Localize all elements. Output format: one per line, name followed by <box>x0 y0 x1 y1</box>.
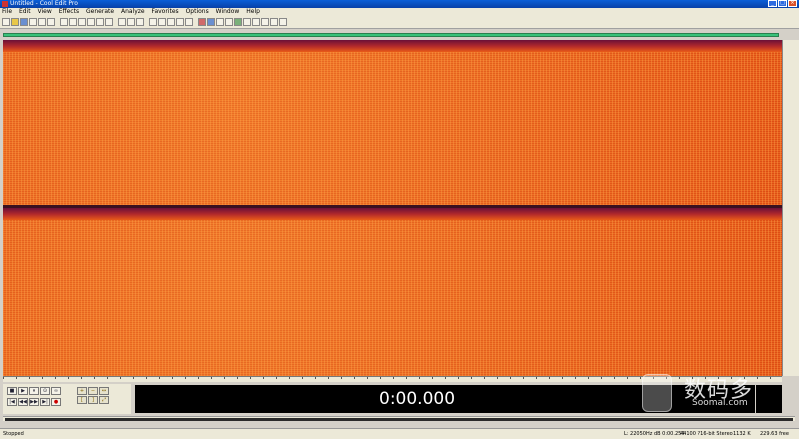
app-icon <box>2 1 8 7</box>
right-channel-spectrogram[interactable] <box>3 208 782 376</box>
info-icon[interactable] <box>252 18 260 26</box>
new-icon[interactable] <box>29 18 37 26</box>
menu-file[interactable]: File <box>2 8 12 15</box>
window-tile-icon[interactable] <box>270 18 278 26</box>
zoom-left-icon[interactable]: [ <box>77 396 87 404</box>
zoom-in-icon[interactable]: + <box>77 387 87 395</box>
trim-icon[interactable] <box>96 18 104 26</box>
silence-icon[interactable] <box>185 18 193 26</box>
settings-icon[interactable] <box>261 18 269 26</box>
undo-icon[interactable] <box>118 18 126 26</box>
menu-favorites[interactable]: Favorites <box>152 8 179 15</box>
left-channel-spectrogram[interactable] <box>3 40 782 205</box>
play-button[interactable]: ▶ <box>18 387 28 395</box>
waveform-view-icon[interactable] <box>198 18 206 26</box>
record-button[interactable]: ● <box>51 398 61 406</box>
zoom-selection-icon[interactable]: ⤢ <box>99 396 109 404</box>
scripts-icon[interactable] <box>225 18 233 26</box>
status-position: L: 22050Hz dB 0:00.254 <box>624 431 685 437</box>
close-file-icon[interactable] <box>38 18 46 26</box>
window-title: Untitled - Cool Edit Pro <box>10 0 78 7</box>
go-to-end-button[interactable]: ▶| <box>40 398 50 406</box>
redo-icon[interactable] <box>127 18 135 26</box>
frequency-analysis-icon[interactable] <box>216 18 224 26</box>
copy-icon[interactable] <box>69 18 77 26</box>
fast-forward-button[interactable]: ▶▶ <box>29 398 39 406</box>
toolbar <box>0 16 799 29</box>
close-button[interactable]: × <box>788 0 797 7</box>
menu-options[interactable]: Options <box>186 8 209 15</box>
zoom-out-icon[interactable]: − <box>88 387 98 395</box>
pause-button[interactable]: ⏸ <box>29 387 39 395</box>
waveform-overview-bar[interactable] <box>3 33 779 37</box>
menu-generate[interactable]: Generate <box>86 8 114 15</box>
rewind-button[interactable]: ◀◀ <box>18 398 28 406</box>
menu-bar: File Edit View Effects Generate Analyze … <box>0 8 799 16</box>
paste-icon[interactable] <box>78 18 86 26</box>
status-size: 1132 K <box>733 431 751 437</box>
cd-icon[interactable] <box>47 18 55 26</box>
help-icon[interactable] <box>279 18 287 26</box>
soomal-logo <box>642 374 672 412</box>
menu-view[interactable]: View <box>38 8 52 15</box>
menu-analyze[interactable]: Analyze <box>121 8 145 15</box>
status-state: Stopped <box>3 431 24 437</box>
watermark-en: Soomal.com <box>692 398 748 408</box>
watermark: 数码多 Soomal.com <box>640 368 790 418</box>
time-readout: 0:00.000 <box>379 389 456 409</box>
frequency-scale <box>782 40 799 376</box>
menu-help[interactable]: Help <box>246 8 260 15</box>
play-to-end-button[interactable]: ⊙ <box>40 387 50 395</box>
transport-controls: ■ ▶ ⏸ ⊙ ∞ |◀ ◀◀ ▶▶ ▶| ● + − ↔ [ ] ⤢ <box>3 384 131 414</box>
amplify-icon[interactable] <box>158 18 166 26</box>
zoom-controls: + − ↔ [ ] ⤢ <box>77 387 109 404</box>
maximize-button[interactable]: □ <box>778 0 787 7</box>
menu-effects[interactable]: Effects <box>59 8 79 15</box>
status-bar: Stopped L: 22050Hz dB 0:00.254 44100 ?16… <box>0 428 799 439</box>
go-to-start-button[interactable]: |◀ <box>7 398 17 406</box>
zoom-full-icon[interactable]: ↔ <box>99 387 109 395</box>
noise-icon[interactable] <box>243 18 251 26</box>
tone-icon[interactable] <box>234 18 242 26</box>
menu-window[interactable]: Window <box>216 8 240 15</box>
save-icon[interactable] <box>20 18 28 26</box>
mix-paste-icon[interactable] <box>87 18 95 26</box>
spectral-view[interactable] <box>3 40 782 376</box>
status-format: 44100 ?16-bit Stereo <box>680 431 733 437</box>
reverse-icon[interactable] <box>176 18 184 26</box>
normalize-icon[interactable] <box>167 18 175 26</box>
repeat-icon[interactable] <box>136 18 144 26</box>
delete-icon[interactable] <box>105 18 113 26</box>
zoom-right-icon[interactable]: ] <box>88 396 98 404</box>
menu-edit[interactable]: Edit <box>19 8 31 15</box>
open-icon[interactable] <box>11 18 19 26</box>
stop-button[interactable]: ■ <box>7 387 17 395</box>
horizontal-scrollbar[interactable] <box>3 416 795 421</box>
multitrack-icon[interactable] <box>2 18 10 26</box>
minimize-button[interactable]: _ <box>768 0 777 7</box>
status-free: 229.63 free <box>760 431 789 437</box>
scroll-thumb[interactable] <box>5 418 793 421</box>
title-bar: Untitled - Cool Edit Pro _ □ × <box>0 0 799 8</box>
spectral-view-icon[interactable] <box>207 18 215 26</box>
loop-button[interactable]: ∞ <box>51 387 61 395</box>
cut-icon[interactable] <box>60 18 68 26</box>
fade-icon[interactable] <box>149 18 157 26</box>
